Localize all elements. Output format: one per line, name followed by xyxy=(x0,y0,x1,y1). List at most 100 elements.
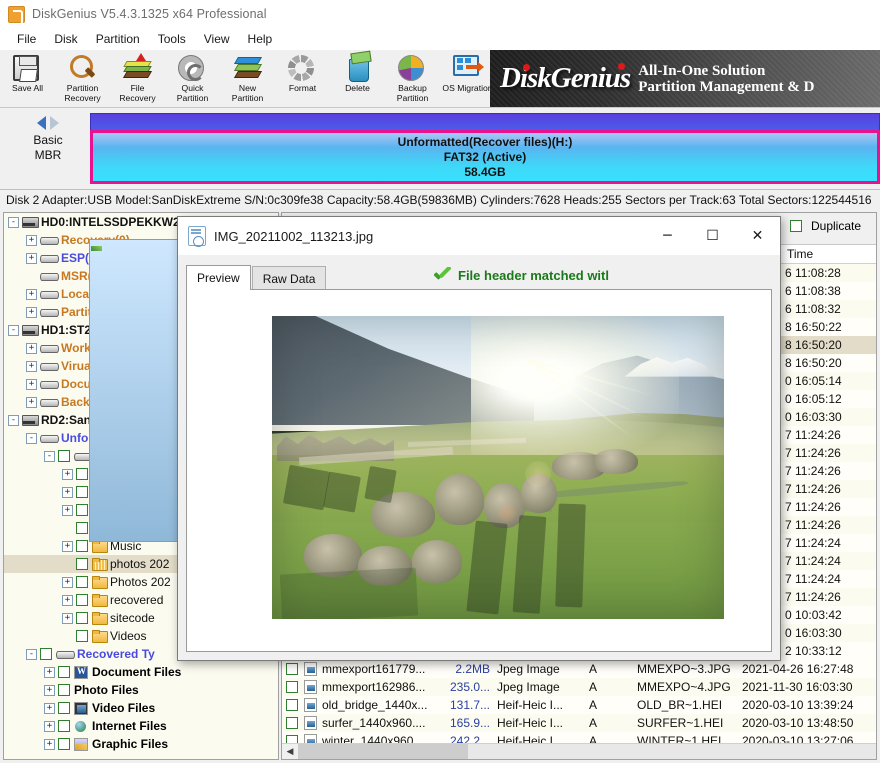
expand-toggle-icon[interactable]: + xyxy=(26,361,37,372)
tree-node-checkbox[interactable] xyxy=(76,468,88,480)
cell-short: OLD_BR~1.HEI xyxy=(637,698,737,712)
tree-node[interactable]: +Document Files xyxy=(4,663,278,681)
dialog-tabs: Preview Raw Data xyxy=(186,265,327,290)
tab-preview[interactable]: Preview xyxy=(186,265,251,290)
cell-type: Jpeg Image xyxy=(497,662,583,676)
expand-toggle-icon[interactable]: + xyxy=(26,253,37,264)
expand-toggle-icon[interactable]: + xyxy=(26,343,37,354)
expand-toggle-icon[interactable]: + xyxy=(62,595,73,606)
file-recovery-button[interactable]: File Recovery xyxy=(110,50,165,106)
tree-node[interactable]: +Internet Files xyxy=(4,717,278,735)
cell-type: Heif-Heic I... xyxy=(497,716,583,730)
collapse-toggle-icon[interactable]: - xyxy=(44,451,55,462)
expand-toggle-icon[interactable]: + xyxy=(62,487,73,498)
expand-toggle-icon[interactable]: + xyxy=(62,577,73,588)
expand-toggle-icon[interactable]: + xyxy=(44,703,55,714)
video-files-icon xyxy=(74,702,88,715)
collapse-toggle-icon[interactable]: - xyxy=(8,217,19,228)
tree-node-checkbox[interactable] xyxy=(76,612,88,624)
tree-node-checkbox[interactable] xyxy=(58,702,70,714)
expand-toggle-icon[interactable]: + xyxy=(26,307,37,318)
tree-node-checkbox[interactable] xyxy=(58,450,70,462)
expand-toggle-icon[interactable]: + xyxy=(62,541,73,552)
menu-file[interactable]: File xyxy=(8,30,45,48)
menu-view[interactable]: View xyxy=(195,30,239,48)
delete-button[interactable]: Delete xyxy=(330,50,385,106)
cell-time: 7 11:24:24 xyxy=(785,536,841,550)
expand-toggle-icon[interactable]: + xyxy=(44,685,55,696)
tree-node-checkbox[interactable] xyxy=(58,738,70,750)
duplicate-filter[interactable]: Duplicate xyxy=(790,219,861,233)
arrow-left-icon[interactable] xyxy=(37,116,46,130)
expand-toggle-icon[interactable]: + xyxy=(44,721,55,732)
collapse-toggle-icon[interactable]: - xyxy=(8,415,19,426)
tree-node-checkbox[interactable] xyxy=(76,486,88,498)
table-row[interactable]: old_bridge_1440x...131.7...Heif-Heic I..… xyxy=(282,696,876,714)
tree-node-checkbox[interactable] xyxy=(76,594,88,606)
collapse-toggle-icon[interactable]: - xyxy=(26,649,37,660)
menu-tools[interactable]: Tools xyxy=(149,30,195,48)
menu-help[interactable]: Help xyxy=(239,30,282,48)
tree-node[interactable]: +Photo Files xyxy=(4,681,278,699)
file-list-hscrollbar[interactable]: ◀ xyxy=(282,743,876,759)
image-preview-dialog[interactable]: IMG_20211002_113213.jpg ─ ☐ ✕ Preview Ra… xyxy=(177,216,781,661)
tree-node-checkbox[interactable] xyxy=(76,576,88,588)
table-row[interactable]: mmexport161779...2.2MBJpeg ImageAMMEXPO~… xyxy=(282,660,876,678)
expand-toggle-icon[interactable]: + xyxy=(62,469,73,480)
collapse-toggle-icon[interactable]: - xyxy=(8,325,19,336)
collapse-toggle-icon[interactable]: - xyxy=(26,433,37,444)
new-partition-button[interactable]: New Partition xyxy=(220,50,275,106)
maximize-icon[interactable]: ☐ xyxy=(690,217,735,255)
expand-toggle-icon[interactable]: + xyxy=(44,739,55,750)
menu-partition[interactable]: Partition xyxy=(87,30,149,48)
tree-node-checkbox[interactable] xyxy=(76,558,88,570)
tree-node[interactable]: +Graphic Files xyxy=(4,735,278,753)
tree-node[interactable]: +Video Files xyxy=(4,699,278,717)
row-checkbox[interactable] xyxy=(286,735,298,743)
close-icon[interactable]: ✕ xyxy=(735,217,780,255)
expand-toggle-icon[interactable]: + xyxy=(26,379,37,390)
tree-node-checkbox[interactable] xyxy=(76,522,88,534)
partition-block-h[interactable]: Unformatted(Recover files)(H:) FAT32 (Ac… xyxy=(90,130,880,184)
expand-toggle-icon[interactable]: + xyxy=(26,397,37,408)
tree-node-checkbox[interactable] xyxy=(76,630,88,642)
row-checkbox[interactable] xyxy=(286,717,298,729)
expand-toggle-icon[interactable]: + xyxy=(62,505,73,516)
expand-toggle-icon[interactable]: + xyxy=(62,613,73,624)
expand-toggle-icon[interactable]: + xyxy=(26,289,37,300)
duplicate-checkbox[interactable] xyxy=(790,220,802,232)
menu-disk[interactable]: Disk xyxy=(45,30,86,48)
quick-partition-button[interactable]: Quick Partition xyxy=(165,50,220,106)
hscroll-thumb[interactable] xyxy=(298,744,468,759)
chevron-left-icon[interactable]: ◀ xyxy=(282,744,298,759)
row-checkbox[interactable] xyxy=(286,681,298,693)
tree-node-checkbox[interactable] xyxy=(58,720,70,732)
tree-node-checkbox[interactable] xyxy=(40,648,52,660)
backup-partition-button[interactable]: Backup Partition xyxy=(385,50,440,106)
row-checkbox[interactable] xyxy=(286,663,298,675)
os-migration-icon xyxy=(453,53,483,83)
arrow-right-icon[interactable] xyxy=(50,116,59,130)
expand-toggle-icon[interactable]: + xyxy=(44,667,55,678)
save-all-button[interactable]: Save All xyxy=(0,50,55,106)
tree-node-checkbox[interactable] xyxy=(58,666,70,678)
format-button[interactable]: Format xyxy=(275,50,330,106)
dialog-body: Preview Raw Data File header matched wit… xyxy=(178,255,780,660)
tree-node-checkbox[interactable] xyxy=(76,540,88,552)
row-checkbox[interactable] xyxy=(286,699,298,711)
table-row[interactable]: mmexport162986...235.0...Jpeg ImageAMMEX… xyxy=(282,678,876,696)
tree-node-checkbox[interactable] xyxy=(58,684,70,696)
minimize-icon[interactable]: ─ xyxy=(645,217,690,255)
partition-recovery-button[interactable]: Partition Recovery xyxy=(55,50,110,106)
expand-toggle-icon[interactable]: + xyxy=(26,235,37,246)
column-header-time[interactable]: Time xyxy=(787,247,813,261)
cell-name: old_bridge_1440x... xyxy=(322,698,442,712)
hscroll-track[interactable] xyxy=(298,744,876,759)
tree-node-checkbox[interactable] xyxy=(76,504,88,516)
table-row[interactable]: surfer_1440x960....165.9...Heif-Heic I..… xyxy=(282,714,876,732)
cell-size: 242.2... xyxy=(430,734,490,743)
table-row[interactable]: winter_1440x960...242.2...Heif-Heic I...… xyxy=(282,732,876,743)
tree-node-label: recovered xyxy=(110,593,163,607)
os-migration-button[interactable]: OS Migration xyxy=(440,50,495,106)
tab-raw-data[interactable]: Raw Data xyxy=(252,266,327,290)
